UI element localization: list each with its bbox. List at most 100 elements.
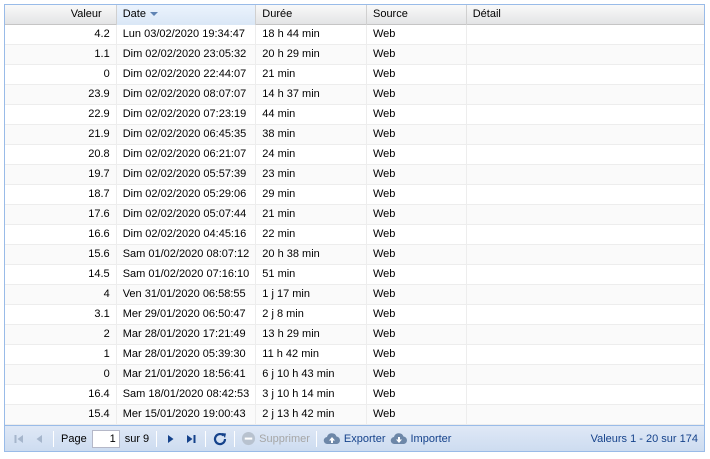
cell-date: Sam 18/01/2020 08:42:53: [117, 385, 257, 404]
cell-date: Dim 02/02/2020 07:23:19: [117, 105, 257, 124]
cell-date: Dim 02/02/2020 08:07:07: [117, 85, 257, 104]
table-row[interactable]: 15.6 Sam 01/02/2020 08:07:12 20 h 38 min We…: [5, 245, 704, 265]
table-row[interactable]: 0 Dim 02/02/2020 22:44:07 21 min Web: [5, 65, 704, 85]
column-header-valeur[interactable]: Valeur: [5, 5, 117, 25]
table-row[interactable]: 19.7 Dim 02/02/2020 05:57:39 23 min Web: [5, 165, 704, 185]
toolbar-separator: [315, 430, 317, 447]
toolbar-separator: [156, 430, 158, 447]
cell-duree: 13 h 29 min: [256, 325, 367, 344]
cell-detail: [467, 285, 704, 304]
cell-date: Sam 01/02/2020 07:16:10: [117, 265, 257, 284]
cell-detail: [467, 65, 704, 84]
export-button[interactable]: Exporter: [321, 429, 388, 449]
display-info: Valeurs 1 - 20 sur 174: [590, 432, 698, 445]
cell-duree: 1 j 17 min: [256, 285, 367, 304]
table-row[interactable]: 2 Mar 28/01/2020 17:21:49 13 h 29 min Web: [5, 325, 704, 345]
cell-duree: 11 h 42 min: [256, 345, 367, 364]
paging-toolbar: Page sur 9 Supprimer Exporter Importer V…: [5, 425, 704, 451]
cell-valeur: 4: [5, 285, 117, 304]
cell-date: Dim 02/02/2020 06:45:35: [117, 125, 257, 144]
cell-valeur: 20.8: [5, 145, 117, 164]
cell-date: Dim 02/02/2020 05:29:06: [117, 185, 257, 204]
import-label: Importer: [410, 432, 452, 445]
cell-duree: 2 j 8 min: [256, 305, 367, 324]
page-label: Page: [61, 432, 87, 445]
cell-date: Ven 31/01/2020 06:58:55: [117, 285, 257, 304]
prev-page-icon: [36, 434, 42, 443]
table-row[interactable]: 0 Mar 21/01/2020 18:56:41 6 j 10 h 43 min W…: [5, 365, 704, 385]
cell-duree: 2 j 13 h 42 min: [256, 405, 367, 424]
cell-source: Web: [367, 285, 467, 304]
cell-source: Web: [367, 145, 467, 164]
cell-valeur: 1: [5, 345, 117, 364]
export-label: Exporter: [343, 432, 386, 445]
table-row[interactable]: 1 Mar 28/01/2020 05:39:30 11 h 42 min Web: [5, 345, 704, 365]
toolbar-separator: [205, 430, 207, 447]
cell-valeur: 15.6: [5, 245, 117, 264]
cell-source: Web: [367, 325, 467, 344]
table-row[interactable]: 15.4 Mer 15/01/2020 19:00:43 2 j 13 h 42 m…: [5, 405, 704, 425]
cell-source: Web: [367, 205, 467, 224]
cell-duree: 18 h 44 min: [256, 25, 367, 44]
cell-source: Web: [367, 105, 467, 124]
column-header-date[interactable]: Date: [116, 5, 257, 25]
next-page-button[interactable]: [161, 429, 181, 449]
delete-button[interactable]: Supprimer: [239, 429, 312, 449]
table-row[interactable]: 22.9 Dim 02/02/2020 07:23:19 44 min Web: [5, 105, 704, 125]
cell-source: Web: [367, 345, 467, 364]
table-row[interactable]: 21.9 Dim 02/02/2020 06:45:35 38 min Web: [5, 125, 704, 145]
cell-source: Web: [367, 405, 467, 424]
cell-source: Web: [367, 365, 467, 384]
cell-valeur: 15.4: [5, 405, 117, 424]
table-row[interactable]: 3.1 Mer 29/01/2020 06:50:47 2 j 8 min Web: [5, 305, 704, 325]
table-row[interactable]: 20.8 Dim 02/02/2020 06:21:07 24 min Web: [5, 145, 704, 165]
cell-valeur: 4.2: [5, 25, 117, 44]
cell-duree: 20 h 38 min: [256, 245, 367, 264]
cell-source: Web: [367, 185, 467, 204]
table-row[interactable]: 16.4 Sam 18/01/2020 08:42:53 3 j 10 h 14 m…: [5, 385, 704, 405]
cell-duree: 21 min: [256, 205, 367, 224]
next-page-icon: [168, 434, 174, 443]
table-row[interactable]: 14.5 Sam 01/02/2020 07:16:10 51 min Web: [5, 265, 704, 285]
table-row[interactable]: 17.6 Dim 02/02/2020 05:07:44 21 min Web: [5, 205, 704, 225]
cell-source: Web: [367, 125, 467, 144]
cell-valeur: 18.7: [5, 185, 117, 204]
column-header-detail[interactable]: Détail: [467, 5, 704, 25]
cell-detail: [467, 205, 704, 224]
grid-header: Valeur Date Durée Source Détail: [5, 5, 704, 25]
page-number-input[interactable]: [91, 429, 120, 448]
cell-source: Web: [367, 305, 467, 324]
cell-source: Web: [367, 65, 467, 84]
last-page-icon: [187, 434, 196, 443]
cell-date: Sam 01/02/2020 08:07:12: [117, 245, 257, 264]
cell-detail: [467, 345, 704, 364]
cell-valeur: 17.6: [5, 205, 117, 224]
prev-page-button[interactable]: [29, 429, 49, 449]
import-button[interactable]: Importer: [388, 429, 454, 449]
cell-source: Web: [367, 45, 467, 64]
cell-source: Web: [367, 85, 467, 104]
cell-valeur: 0: [5, 365, 117, 384]
cell-valeur: 3.1: [5, 305, 117, 324]
cell-duree: 3 j 10 h 14 min: [256, 385, 367, 404]
cell-source: Web: [367, 225, 467, 244]
cell-valeur: 19.7: [5, 165, 117, 184]
table-row[interactable]: 16.6 Dim 02/02/2020 04:45:16 22 min Web: [5, 225, 704, 245]
table-row[interactable]: 4.2 Lun 03/02/2020 19:34:47 18 h 44 min Web: [5, 25, 704, 45]
cell-duree: 51 min: [256, 265, 367, 284]
cell-detail: [467, 125, 704, 144]
table-row[interactable]: 18.7 Dim 02/02/2020 05:29:06 29 min Web: [5, 185, 704, 205]
toolbar-separator: [53, 430, 54, 447]
table-row[interactable]: 4 Ven 31/01/2020 06:58:55 1 j 17 min Web: [5, 285, 704, 305]
cell-detail: [467, 85, 704, 104]
last-page-button[interactable]: [181, 429, 201, 449]
column-header-source[interactable]: Source: [367, 5, 467, 25]
table-row[interactable]: 23.9 Dim 02/02/2020 08:07:07 14 h 37 min We…: [5, 85, 704, 105]
first-page-button[interactable]: [9, 429, 29, 449]
refresh-button[interactable]: [210, 429, 230, 449]
cell-detail: [467, 185, 704, 204]
cell-detail: [467, 365, 704, 384]
table-row[interactable]: 1.1 Dim 02/02/2020 23:05:32 20 h 29 min Web: [5, 45, 704, 65]
column-header-duree[interactable]: Durée: [256, 5, 367, 25]
cell-detail: [467, 145, 704, 164]
